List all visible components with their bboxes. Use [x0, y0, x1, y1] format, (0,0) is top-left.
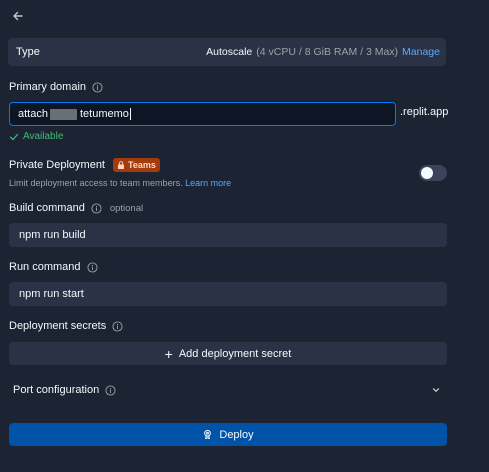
build-command-label: Build command — [9, 202, 85, 214]
deployment-secrets-heading: Deployment secrets — [9, 320, 123, 332]
back-button[interactable] — [10, 8, 26, 24]
optional-note: optional — [109, 202, 144, 214]
info-circle-icon[interactable] — [87, 261, 98, 273]
type-summary: Autoscale (4 vCPU / 8 GiB RAM / 3 Max) M… — [206, 46, 440, 58]
check-icon — [9, 133, 19, 140]
domain-input[interactable]: attach tetumemo — [9, 102, 396, 126]
teams-badge: Teams — [113, 158, 160, 172]
run-command-value: npm run start — [19, 288, 84, 300]
build-command-heading: Build command optional — [9, 202, 143, 214]
run-command-heading: Run command — [9, 261, 98, 273]
private-deployment-heading: Private Deployment Teams — [9, 158, 160, 172]
primary-domain-label: Primary domain — [9, 81, 87, 93]
info-circle-icon[interactable] — [91, 202, 102, 214]
deployment-secrets-label: Deployment secrets — [9, 320, 107, 332]
chevron-down-icon[interactable] — [431, 385, 441, 395]
manage-link[interactable]: Manage — [402, 46, 440, 58]
plus-icon: + — [164, 345, 173, 362]
private-deployment-toggle[interactable] — [419, 165, 447, 181]
build-command-value: npm run build — [19, 229, 86, 241]
port-configuration-label: Port configuration — [13, 384, 100, 396]
run-command-label: Run command — [9, 261, 81, 273]
add-secret-label: Add deployment secret — [178, 347, 292, 360]
private-deployment-label: Private Deployment — [9, 159, 105, 171]
learn-more-link[interactable]: Learn more — [185, 178, 231, 188]
teams-badge-label: Teams — [128, 160, 156, 170]
text-caret — [129, 108, 131, 120]
redacted-text — [49, 108, 77, 120]
info-circle-icon[interactable] — [105, 384, 116, 396]
availability-status: Available — [9, 131, 63, 142]
domain-suffix: .replit.app — [400, 106, 449, 118]
availability-label: Available — [23, 131, 64, 142]
deploy-button[interactable]: Deploy — [9, 423, 447, 446]
type-value: Autoscale — [206, 46, 253, 58]
private-description-text: Limit deployment access to team members. — [9, 178, 183, 188]
domain-value-suffix: tetumemo — [79, 108, 129, 120]
add-deployment-secret-button[interactable]: + Add deployment secret — [9, 342, 447, 365]
lock-icon — [118, 161, 124, 169]
primary-domain-heading: Primary domain — [9, 81, 103, 93]
build-command-input[interactable]: npm run build — [9, 223, 447, 247]
deploy-button-label: Deploy — [219, 428, 254, 441]
domain-value-prefix: attach — [18, 108, 48, 120]
type-card: Type Autoscale (4 vCPU / 8 GiB RAM / 3 M… — [8, 38, 446, 66]
toggle-knob — [421, 167, 433, 179]
type-spec: (4 vCPU / 8 GiB RAM / 3 Max) — [256, 46, 399, 58]
info-circle-icon[interactable] — [112, 320, 123, 332]
arrow-left-icon — [13, 11, 23, 21]
port-configuration-row[interactable]: Port configuration — [13, 383, 441, 397]
run-command-input[interactable]: npm run start — [9, 282, 447, 306]
deploy-icon — [204, 429, 212, 440]
private-deployment-description: Limit deployment access to team members.… — [9, 178, 231, 188]
info-circle-icon[interactable] — [92, 81, 103, 93]
type-label: Type — [16, 46, 40, 58]
